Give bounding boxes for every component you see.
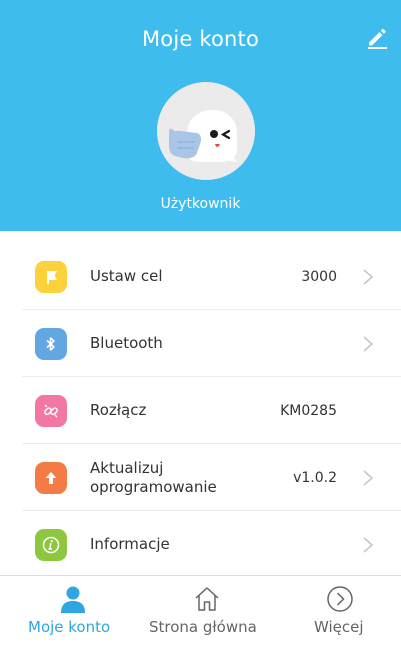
circle-chevron-right-icon — [327, 586, 353, 612]
page-title: Moje konto — [141, 27, 260, 51]
profile-header: Moje konto Użytkownik — [0, 0, 401, 231]
firmware-version-value: v1.0.2 — [293, 469, 337, 486]
settings-list: Ustaw cel 3000 Bluetooth Rozłącz KM0285 … — [0, 243, 401, 578]
username-label: Użytkownik — [160, 196, 241, 212]
menu-item-label: Rozłącz — [90, 401, 147, 419]
nav-tab-more[interactable]: Więcej — [270, 576, 401, 649]
goal-value: 3000 — [301, 268, 337, 285]
menu-item-information[interactable]: Informacje — [0, 511, 401, 578]
device-id-value: KM0285 — [280, 402, 337, 419]
bluetooth-icon — [35, 327, 67, 360]
avatar[interactable] — [157, 82, 255, 180]
nav-tab-my-account[interactable]: Moje konto — [0, 576, 145, 649]
info-icon — [35, 528, 67, 561]
nav-tab-home[interactable]: Strona główna — [145, 576, 270, 649]
unlink-icon — [35, 394, 67, 427]
menu-item-label: Aktualizuj oprogramowanie — [90, 459, 217, 497]
nav-label: Więcej — [314, 618, 364, 636]
menu-item-bluetooth[interactable]: Bluetooth — [0, 310, 401, 377]
home-icon — [195, 587, 219, 611]
app-screen: Moje konto Użytkownik Ustaw cel 3000 Blu… — [0, 0, 401, 649]
menu-item-label: Bluetooth — [90, 334, 163, 352]
menu-item-label-line2: oprogramowanie — [90, 477, 217, 496]
menu-item-set-goal[interactable]: Ustaw cel 3000 — [0, 243, 401, 310]
flag-icon — [35, 260, 67, 293]
mascot-avatar-icon — [157, 82, 255, 180]
chevron-right-icon — [363, 469, 374, 486]
person-icon — [61, 586, 85, 613]
chevron-right-icon — [363, 536, 374, 553]
menu-item-label: Ustaw cel — [90, 267, 163, 285]
chevron-right-icon — [363, 268, 374, 285]
nav-label: Moje konto — [28, 618, 111, 636]
menu-item-label-line1: Aktualizuj — [90, 458, 164, 477]
menu-item-firmware-update[interactable]: Aktualizuj oprogramowanie v1.0.2 — [0, 444, 401, 511]
pencil-icon — [368, 28, 387, 49]
menu-item-disconnect[interactable]: Rozłącz KM0285 — [0, 377, 401, 444]
edit-profile-button[interactable] — [362, 22, 392, 52]
nav-label: Strona główna — [149, 618, 257, 636]
bottom-navigation: Moje konto Strona główna Więcej — [0, 575, 401, 649]
upload-arrow-icon — [35, 461, 67, 494]
chevron-right-icon — [363, 335, 374, 352]
menu-item-label: Informacje — [90, 535, 170, 553]
